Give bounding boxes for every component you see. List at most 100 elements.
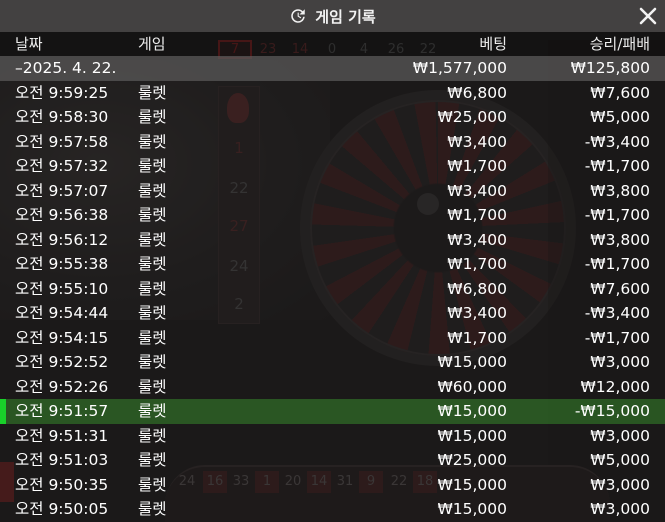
row-time: 오전 9:54:15 (15, 328, 109, 347)
history-row[interactable]: 오전 9:51:31 룰렛 ₩15,000 ₩3,000 (0, 423, 665, 448)
row-bet: ₩6,800 (447, 83, 507, 102)
row-time: 오전 9:52:26 (15, 377, 109, 396)
history-row[interactable]: 오전 9:51:57 룰렛 ₩15,000 -₩15,000 (0, 399, 665, 424)
row-result: -₩3,400 (584, 304, 650, 322)
row-bet: ₩15,000 (437, 402, 507, 420)
row-result: -₩1,700 (584, 206, 650, 224)
history-row[interactable]: 오전 9:50:35 룰렛 ₩15,000 ₩3,000 (0, 472, 665, 497)
row-time: 오전 9:51:57 (15, 402, 109, 420)
history-clock-icon (291, 9, 306, 23)
row-time: 오전 9:55:38 (15, 255, 109, 273)
history-row[interactable]: 오전 9:55:10 룰렛 ₩6,800 ₩7,600 (0, 276, 665, 301)
row-game: 룰렛 (138, 475, 167, 494)
row-game: 룰렛 (138, 377, 167, 396)
row-time: 오전 9:52:52 (15, 353, 109, 371)
row-game: 룰렛 (138, 255, 167, 273)
row-game: 룰렛 (138, 426, 167, 445)
row-bet: ₩1,700 (447, 206, 507, 224)
row-bet: ₩3,400 (447, 304, 507, 322)
row-game: 룰렛 (138, 181, 167, 200)
row-game: 룰렛 (138, 83, 167, 102)
row-game: 룰렛 (138, 279, 167, 298)
row-result: ₩5,000 (590, 451, 650, 469)
history-row[interactable]: 오전 9:57:32 룰렛 ₩1,700 -₩1,700 (0, 154, 665, 179)
row-result: ₩3,800 (590, 230, 650, 249)
row-game: 룰렛 (138, 206, 167, 224)
row-bet: ₩15,000 (437, 500, 507, 518)
history-row[interactable]: 오전 9:54:15 룰렛 ₩1,700 -₩1,700 (0, 325, 665, 350)
history-row[interactable]: 오전 9:57:58 룰렛 ₩3,400 -₩3,400 (0, 129, 665, 154)
close-x-icon (639, 7, 657, 25)
row-game: 룰렛 (138, 230, 167, 249)
row-bet: ₩1,700 (447, 255, 507, 273)
row-result: ₩3,000 (590, 426, 650, 445)
history-row[interactable]: 오전 9:52:26 룰렛 ₩60,000 ₩12,000 (0, 374, 665, 399)
row-bet: ₩1,700 (447, 157, 507, 175)
column-header-game: 게임 (138, 35, 166, 53)
row-game: 룰렛 (138, 328, 167, 347)
row-result: ₩7,600 (590, 279, 650, 298)
game-history-panel: 게임 기록 날짜 게임 베팅 승리/패배 –2025. 4. 22. ₩1,57… (0, 0, 665, 522)
row-bet: ₩3,400 (447, 230, 507, 249)
row-bet: ₩15,000 (437, 353, 507, 371)
row-result: ₩3,000 (590, 475, 650, 494)
row-time: 오전 9:54:44 (15, 304, 109, 322)
row-bet: ₩15,000 (437, 426, 507, 445)
row-game: 룰렛 (138, 402, 167, 420)
row-bet: ₩25,000 (437, 108, 507, 126)
row-bet: ₩3,400 (447, 181, 507, 200)
summary-result-total: ₩125,800 (570, 59, 650, 77)
row-time: 오전 9:57:58 (15, 132, 109, 151)
history-row[interactable]: 오전 9:56:38 룰렛 ₩1,700 -₩1,700 (0, 203, 665, 228)
row-result: ₩12,000 (580, 377, 650, 396)
date-summary-row[interactable]: –2025. 4. 22. ₩1,577,000 ₩125,800 (0, 56, 665, 81)
close-button[interactable] (636, 4, 660, 28)
history-row[interactable]: 오전 9:57:07 룰렛 ₩3,400 ₩3,800 (0, 178, 665, 203)
row-result: -₩1,700 (584, 255, 650, 273)
summary-date: –2025. 4. 22. (15, 59, 117, 77)
history-row[interactable]: 오전 9:56:12 룰렛 ₩3,400 ₩3,800 (0, 227, 665, 252)
row-time: 오전 9:51:31 (15, 426, 109, 445)
row-time: 오전 9:56:38 (15, 206, 109, 224)
row-result: -₩3,400 (584, 132, 650, 151)
row-time: 오전 9:57:07 (15, 181, 109, 200)
history-row[interactable]: 오전 9:51:03 룰렛 ₩25,000 ₩5,000 (0, 448, 665, 473)
row-game: 룰렛 (138, 304, 167, 322)
row-bet: ₩6,800 (447, 279, 507, 298)
row-result: ₩3,800 (590, 181, 650, 200)
column-header-bet: 베팅 (479, 35, 507, 53)
row-time: 오전 9:50:35 (15, 475, 109, 494)
history-row[interactable]: 오전 9:52:52 룰렛 ₩15,000 ₩3,000 (0, 350, 665, 375)
row-game: 룰렛 (138, 132, 167, 151)
history-header: 게임 기록 (0, 0, 665, 32)
row-time: 오전 9:50:05 (15, 500, 109, 518)
history-row[interactable]: 오전 9:58:30 룰렛 ₩25,000 ₩5,000 (0, 105, 665, 130)
row-bet: ₩60,000 (437, 377, 507, 396)
row-game: 룰렛 (138, 157, 167, 175)
row-game: 룰렛 (138, 108, 167, 126)
row-time: 오전 9:58:30 (15, 108, 109, 126)
column-headers: 날짜 게임 베팅 승리/패배 (0, 32, 665, 56)
selected-row-marker (0, 399, 6, 424)
history-row[interactable]: 오전 9:50:05 룰렛 ₩15,000 ₩3,000 (0, 497, 665, 522)
history-title: 게임 기록 (0, 0, 665, 32)
row-result: ₩3,000 (590, 353, 650, 371)
history-row[interactable]: 오전 9:55:38 룰렛 ₩1,700 -₩1,700 (0, 252, 665, 277)
history-row[interactable]: 오전 9:59:25 룰렛 ₩6,800 ₩7,600 (0, 80, 665, 105)
row-time: 오전 9:51:03 (15, 451, 109, 469)
row-time: 오전 9:57:32 (15, 157, 109, 175)
row-game: 룰렛 (138, 353, 167, 371)
history-row[interactable]: 오전 9:54:44 룰렛 ₩3,400 -₩3,400 (0, 301, 665, 326)
row-result: ₩5,000 (590, 108, 650, 126)
row-game: 룰렛 (138, 451, 167, 469)
summary-bet-total: ₩1,577,000 (412, 59, 507, 77)
column-header-result: 승리/패배 (589, 35, 650, 53)
row-time: 오전 9:56:12 (15, 230, 109, 249)
row-result: ₩7,600 (590, 83, 650, 102)
row-result: -₩15,000 (574, 402, 650, 420)
column-header-date: 날짜 (15, 35, 43, 53)
row-time: 오전 9:59:25 (15, 83, 109, 102)
row-bet: ₩25,000 (437, 451, 507, 469)
row-result: -₩1,700 (584, 328, 650, 347)
row-bet: ₩1,700 (447, 328, 507, 347)
